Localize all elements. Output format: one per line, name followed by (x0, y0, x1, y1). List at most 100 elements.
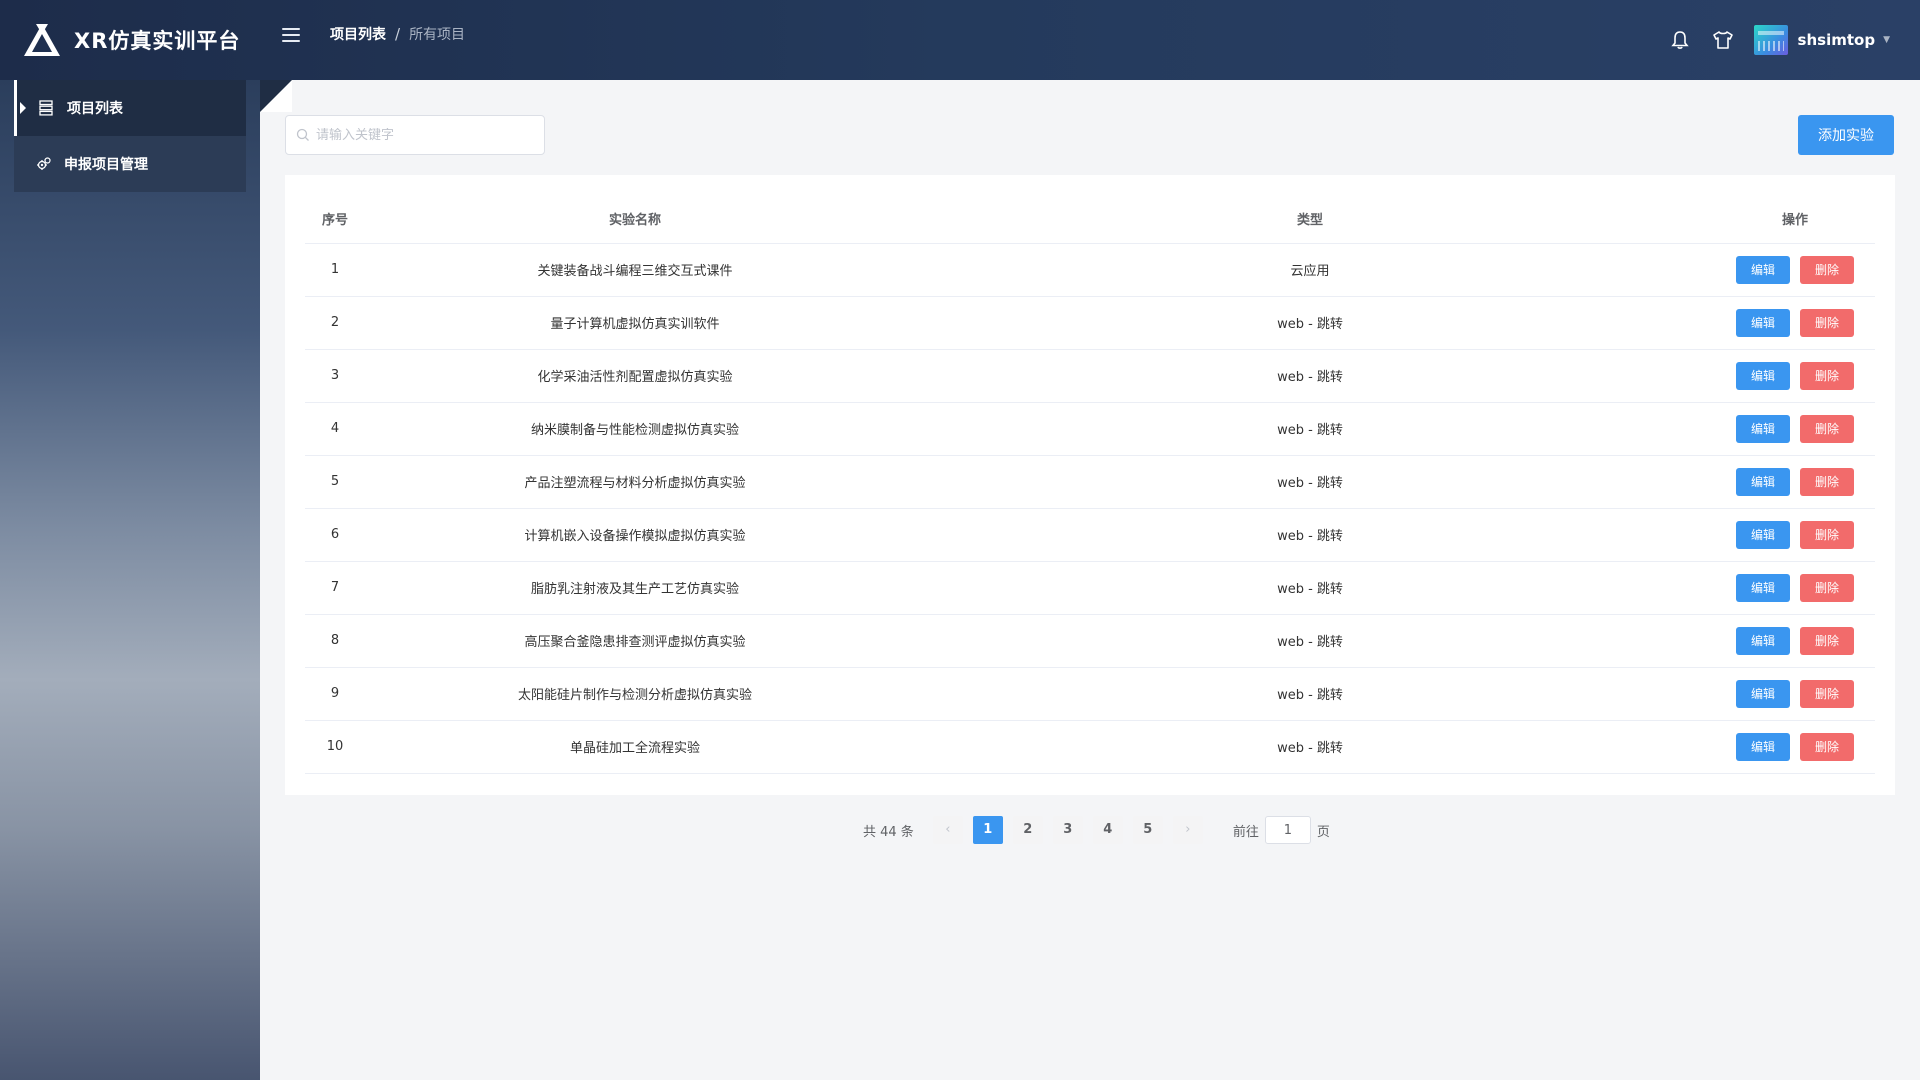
column-header-index: 序号 (305, 195, 365, 244)
row-actions: 编辑 删除 (1715, 561, 1875, 615)
row-index: 7 (305, 561, 365, 615)
row-index: 3 (305, 349, 365, 403)
edit-button[interactable]: 编辑 (1736, 467, 1790, 496)
username[interactable]: shsimtop (1798, 31, 1876, 49)
delete-button[interactable]: 删除 (1800, 361, 1854, 390)
edit-button[interactable]: 编辑 (1736, 626, 1790, 655)
row-type: web - 跳转 (905, 561, 1715, 615)
row-actions: 编辑 删除 (1715, 720, 1875, 774)
row-actions: 编辑 删除 (1715, 243, 1875, 297)
goto-prefix: 前往 (1232, 824, 1259, 840)
column-header-type: 类型 (905, 195, 1715, 244)
row-index: 9 (305, 667, 365, 721)
row-type: web - 跳转 (905, 402, 1715, 456)
row-type: web - 跳转 (905, 508, 1715, 562)
sidebar-item-project-list[interactable]: 项目列表 (14, 80, 246, 136)
chevron-down-icon[interactable]: ▼ (1883, 35, 1890, 45)
row-index: 4 (305, 402, 365, 456)
column-header-operation: 操作 (1715, 195, 1875, 244)
table-row: 2 量子计算机虚拟仿真实训软件 web - 跳转 编辑 删除 (305, 296, 1875, 350)
edit-button[interactable]: 编辑 (1736, 732, 1790, 761)
delete-button[interactable]: 删除 (1800, 626, 1854, 655)
delete-button[interactable]: 删除 (1800, 679, 1854, 708)
table-row: 4 纳米膜制备与性能检测虚拟仿真实验 web - 跳转 编辑 删除 (305, 402, 1875, 456)
delete-button[interactable]: 删除 (1800, 573, 1854, 602)
edit-button[interactable]: 编辑 (1736, 679, 1790, 708)
search-icon (296, 128, 309, 141)
avatar[interactable] (1753, 25, 1788, 55)
app-logo[interactable]: XR仿真实训平台 (22, 20, 240, 60)
pagination: 共 44 条 ‹ 1 2 3 4 5 › 前往 页 (863, 815, 1330, 845)
experiment-table: 序号 实验名称 类型 操作 1 关键装备战斗编程三维交互式课件 云应用 编辑 删除 2 量子… (305, 195, 1875, 774)
header-actions: shsimtop ▼ (1668, 20, 1890, 60)
goto-page: 前往 页 (1233, 816, 1330, 844)
app-title: XR仿真实训平台 (74, 29, 241, 53)
edit-button[interactable]: 编辑 (1736, 414, 1790, 443)
sidebar-item-label: 项目列表 (67, 101, 123, 117)
row-type: web - 跳转 (905, 349, 1715, 403)
page-button[interactable]: 1 (972, 816, 1003, 844)
table-row: 9 太阳能硅片制作与检测分析虚拟仿真实验 web - 跳转 编辑 删除 (305, 667, 1875, 721)
bell-icon[interactable] (1668, 28, 1692, 52)
search-input[interactable] (316, 127, 536, 143)
tshirt-icon[interactable] (1711, 28, 1735, 52)
row-actions: 编辑 删除 (1715, 508, 1875, 562)
edit-button[interactable]: 编辑 (1736, 573, 1790, 602)
delete-button[interactable]: 删除 (1800, 255, 1854, 284)
prev-page-button[interactable]: ‹ (932, 816, 963, 844)
table-row: 8 高压聚合釜隐患排查测评虚拟仿真实验 web - 跳转 编辑 删除 (305, 614, 1875, 668)
next-page-button[interactable]: › (1172, 816, 1203, 844)
add-experiment-button[interactable]: 添加实验 (1798, 115, 1894, 155)
row-actions: 编辑 删除 (1715, 455, 1875, 509)
sidebar-item-declare-management[interactable]: 申报项目管理 (14, 136, 246, 192)
active-indicator-icon (20, 102, 26, 114)
row-index: 2 (305, 296, 365, 350)
sidebar: 项目列表 申报项目管理 (0, 80, 260, 1080)
row-actions: 编辑 删除 (1715, 614, 1875, 668)
delete-button[interactable]: 删除 (1800, 732, 1854, 761)
row-actions: 编辑 删除 (1715, 349, 1875, 403)
page-button[interactable]: 3 (1052, 816, 1083, 844)
hamburger-icon[interactable] (280, 24, 302, 46)
main-content: 添加实验 序号 实验名称 类型 操作 1关键装备战斗编程三维交互式课件云应用编辑… (260, 80, 1920, 1080)
row-experiment-name: 脂肪乳注射液及其生产工艺仿真实验 (365, 561, 905, 615)
delete-button[interactable]: 删除 (1800, 467, 1854, 496)
list-icon (39, 100, 55, 116)
table-row: 7 脂肪乳注射液及其生产工艺仿真实验 web - 跳转 编辑 删除 (305, 561, 1875, 615)
row-actions: 编辑 删除 (1715, 296, 1875, 350)
delete-button[interactable]: 删除 (1800, 520, 1854, 549)
top-header: XR仿真实训平台 项目列表 / 所有项目 shsimtop ▼ (0, 0, 1920, 80)
row-index: 1 (305, 243, 365, 297)
column-header-name: 实验名称 (365, 195, 905, 244)
row-actions: 编辑 删除 (1715, 402, 1875, 456)
row-experiment-name: 太阳能硅片制作与检测分析虚拟仿真实验 (365, 667, 905, 721)
goto-page-input[interactable] (1264, 816, 1311, 844)
table-row: 5 产品注塑流程与材料分析虚拟仿真实验 web - 跳转 编辑 删除 (305, 455, 1875, 509)
experiment-table-card: 序号 实验名称 类型 操作 1 关键装备战斗编程三维交互式课件 云应用 编辑 删除 2 量子… (285, 175, 1895, 795)
table-header-row: 序号 实验名称 类型 操作 (305, 195, 1875, 244)
edit-button[interactable]: 编辑 (1736, 308, 1790, 337)
breadcrumb: 项目列表 / 所有项目 (330, 24, 465, 44)
row-experiment-name: 产品注塑流程与材料分析虚拟仿真实验 (365, 455, 905, 509)
breadcrumb-current[interactable]: 项目列表 (330, 24, 386, 44)
row-experiment-name: 化学采油活性剂配置虚拟仿真实验 (365, 349, 905, 403)
table-row: 1 关键装备战斗编程三维交互式课件 云应用 编辑 删除 (305, 243, 1875, 297)
search-box[interactable] (285, 115, 545, 155)
delete-button[interactable]: 删除 (1800, 414, 1854, 443)
edit-button[interactable]: 编辑 (1736, 255, 1790, 284)
page-button[interactable]: 4 (1092, 816, 1123, 844)
delete-button[interactable]: 删除 (1800, 308, 1854, 337)
row-experiment-name: 高压聚合釜隐患排查测评虚拟仿真实验 (365, 614, 905, 668)
page-button[interactable]: 2 (1012, 816, 1043, 844)
row-experiment-name: 纳米膜制备与性能检测虚拟仿真实验 (365, 402, 905, 456)
edit-button[interactable]: 编辑 (1736, 361, 1790, 390)
row-experiment-name: 关键装备战斗编程三维交互式课件 (365, 243, 905, 297)
logo-icon (24, 24, 60, 56)
page-button[interactable]: 5 (1132, 816, 1163, 844)
goto-suffix: 页 (1316, 824, 1330, 840)
row-type: web - 跳转 (905, 614, 1715, 668)
edit-button[interactable]: 编辑 (1736, 520, 1790, 549)
row-experiment-name: 计算机嵌入设备操作模拟虚拟仿真实验 (365, 508, 905, 562)
row-index: 5 (305, 455, 365, 509)
row-index: 6 (305, 508, 365, 562)
